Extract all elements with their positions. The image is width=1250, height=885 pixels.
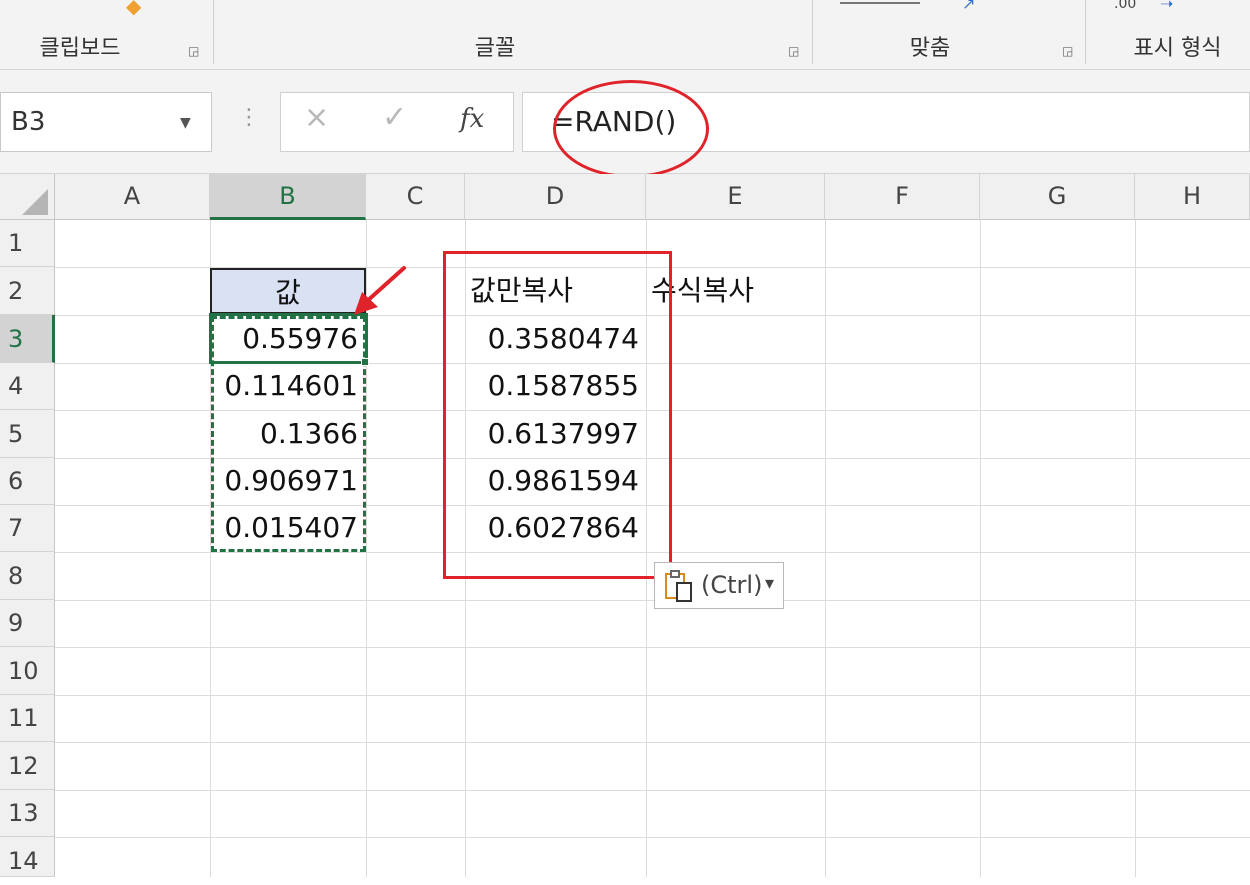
row-header-7[interactable]: 7 [0, 505, 55, 552]
clipboard-launcher-icon[interactable]: ◲ [188, 44, 202, 58]
row-header-3[interactable]: 3 [0, 315, 55, 363]
grid-line [55, 742, 1250, 743]
grid-line [55, 647, 1250, 648]
ribbon-separator [812, 0, 813, 64]
formula-bar-grip-icon: ⋮ [238, 105, 260, 130]
grid-line [55, 600, 1250, 601]
paste-options-dropdown-icon: ▾ [765, 573, 775, 594]
annotation-red-arrow [354, 266, 406, 315]
row-header-1[interactable]: 1 [0, 220, 55, 267]
annotation-red-box [443, 251, 672, 579]
row-header-4[interactable]: 4 [0, 363, 55, 410]
cancel-icon[interactable]: × [304, 100, 329, 135]
row-header-2[interactable]: 2 [0, 267, 55, 315]
grid-line [980, 220, 981, 877]
ribbon-group-number: 표시 형식 [1133, 36, 1222, 61]
grid-line [55, 695, 1250, 696]
paste-clipboard-icon [665, 570, 692, 602]
paste-options-button[interactable]: (Ctrl) ▾ [654, 562, 784, 609]
name-box-dropdown-icon[interactable]: ▼ [180, 115, 191, 131]
ribbon-group-alignment: 맞춤 [909, 36, 951, 61]
decimal-format-icon[interactable]: .00 [1114, 0, 1136, 12]
column-header-c[interactable]: C [366, 174, 465, 220]
grid-line [825, 220, 826, 877]
align-lines-icon[interactable] [840, 2, 920, 6]
column-header-f[interactable]: F [825, 174, 980, 220]
row-header-13[interactable]: 13 [0, 790, 55, 837]
column-header-e[interactable]: E [646, 174, 825, 220]
indent-arrow-icon[interactable]: ↗ [962, 0, 975, 13]
decrease-decimal-icon[interactable]: ➝ [1160, 0, 1173, 13]
row-header-14[interactable]: 14 [0, 837, 55, 877]
column-header-a[interactable]: A [55, 174, 210, 220]
ribbon-separator [1085, 0, 1086, 64]
enter-check-icon[interactable]: ✓ [382, 100, 407, 135]
row-header-10[interactable]: 10 [0, 647, 55, 695]
fill-handle[interactable] [361, 358, 369, 366]
ribbon-group-clipboard: 클립보드 [39, 36, 121, 61]
font-launcher-icon[interactable]: ◲ [788, 44, 802, 58]
grid-line [55, 790, 1250, 791]
insert-function-icon[interactable]: fx [460, 104, 484, 134]
alignment-launcher-icon[interactable]: ◲ [1062, 44, 1076, 58]
paste-options-label: (Ctrl) [701, 571, 763, 599]
column-header-g[interactable]: G [980, 174, 1135, 220]
grid-line [55, 837, 1250, 838]
select-all-triangle-icon [22, 189, 48, 215]
row-header-8[interactable]: 8 [0, 552, 55, 600]
copy-marquee [211, 316, 366, 552]
ribbon: ◆ 클립보드 ◲ 글꼴 ◲ ↗ 맞춤 ◲ .00 ➝ 표시 형식 [0, 0, 1250, 70]
row-header-11[interactable]: 11 [0, 695, 55, 742]
column-header-d[interactable]: D [465, 174, 646, 220]
paint-brush-icon[interactable]: ◆ [126, 0, 141, 18]
column-header-h[interactable]: H [1135, 174, 1250, 220]
column-header-b[interactable]: B [210, 174, 366, 220]
row-header-6[interactable]: 6 [0, 458, 55, 505]
formula-annotation-circle [553, 80, 709, 178]
select-all-corner[interactable] [0, 174, 55, 220]
row-header-9[interactable]: 9 [0, 600, 55, 647]
row-header-5[interactable]: 5 [0, 410, 55, 458]
grid-line [1135, 220, 1136, 877]
ribbon-separator [213, 0, 214, 64]
ribbon-group-font: 글꼴 [474, 36, 516, 61]
row-header-12[interactable]: 12 [0, 742, 55, 790]
